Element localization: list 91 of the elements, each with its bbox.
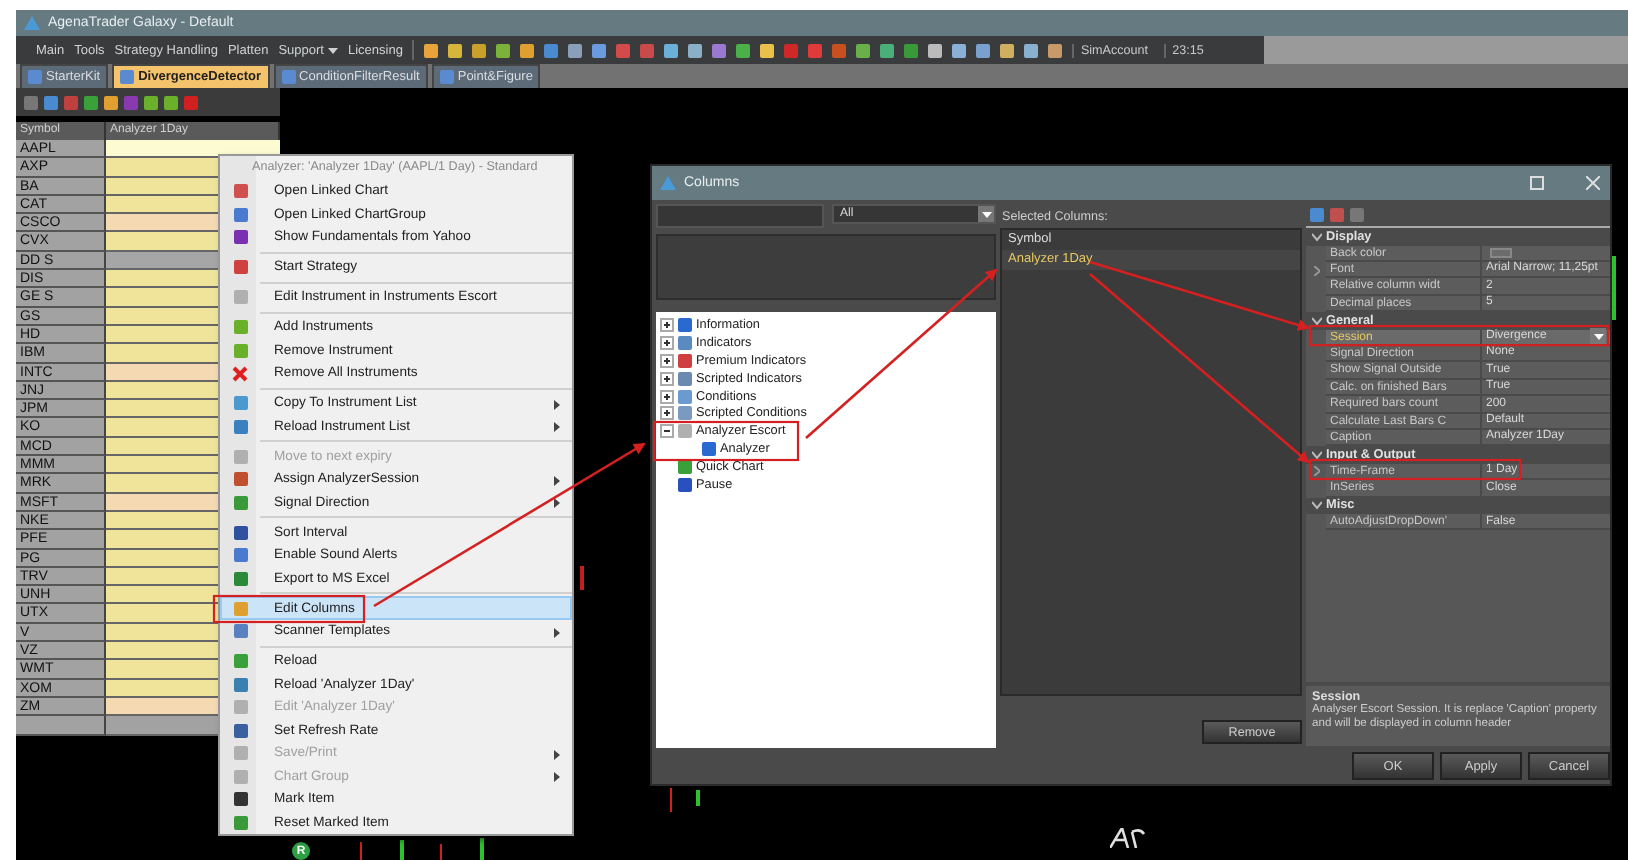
square-icon bbox=[233, 260, 247, 275]
square-icon bbox=[678, 317, 692, 332]
square-icon[interactable] bbox=[44, 95, 58, 109]
square-icon[interactable] bbox=[688, 43, 703, 57]
square-icon bbox=[678, 335, 692, 350]
submenu-arrow-icon bbox=[554, 399, 560, 410]
dropdown-icon[interactable] bbox=[978, 206, 994, 222]
square-icon[interactable] bbox=[1024, 43, 1039, 57]
square-icon bbox=[233, 654, 247, 669]
square-icon bbox=[233, 184, 247, 199]
square-icon bbox=[233, 677, 247, 692]
square-icon[interactable] bbox=[712, 43, 727, 57]
square-icon bbox=[702, 442, 716, 457]
square-icon[interactable] bbox=[448, 43, 463, 57]
chevron-icon[interactable] bbox=[1311, 450, 1321, 461]
square-icon[interactable] bbox=[164, 95, 178, 109]
square-icon[interactable] bbox=[84, 95, 98, 109]
collapse-icon[interactable] bbox=[660, 424, 674, 439]
square-icon bbox=[233, 815, 247, 830]
square-icon bbox=[233, 419, 247, 434]
square-icon[interactable] bbox=[1000, 43, 1015, 57]
square-icon[interactable] bbox=[880, 43, 895, 57]
maximize-icon[interactable] bbox=[1526, 173, 1546, 193]
expand-icon[interactable] bbox=[660, 353, 674, 368]
square-icon bbox=[233, 548, 247, 563]
square-icon bbox=[233, 343, 247, 358]
square-icon[interactable] bbox=[544, 43, 559, 57]
square-icon bbox=[233, 624, 247, 639]
logo-icon bbox=[660, 176, 676, 190]
chevron-icon[interactable] bbox=[1311, 500, 1321, 511]
square-icon[interactable] bbox=[424, 43, 439, 57]
square-icon[interactable] bbox=[952, 43, 967, 57]
square-icon bbox=[233, 290, 247, 305]
square-icon bbox=[233, 769, 247, 784]
square-icon[interactable] bbox=[976, 43, 991, 57]
logo-icon bbox=[1110, 828, 1146, 848]
square-icon bbox=[233, 723, 247, 738]
color-swatch[interactable] bbox=[1490, 247, 1512, 258]
square-icon[interactable] bbox=[904, 43, 919, 57]
square-icon bbox=[678, 371, 692, 386]
square-icon bbox=[233, 700, 247, 715]
chevron-icon[interactable] bbox=[1311, 315, 1321, 326]
submenu-arrow-icon bbox=[554, 627, 560, 638]
square-icon bbox=[233, 601, 247, 616]
square-icon bbox=[233, 207, 247, 222]
dropdown-icon[interactable] bbox=[1590, 328, 1606, 345]
square-icon bbox=[233, 230, 247, 245]
chevron-icon[interactable] bbox=[1313, 265, 1319, 276]
square-icon bbox=[678, 353, 692, 368]
search-field[interactable] bbox=[656, 204, 824, 228]
square-icon bbox=[233, 746, 247, 761]
square-icon[interactable] bbox=[592, 43, 607, 57]
square-icon[interactable] bbox=[736, 43, 751, 57]
expand-icon[interactable] bbox=[660, 371, 674, 386]
logo-icon bbox=[24, 16, 40, 30]
square-icon bbox=[233, 472, 247, 487]
dropdown-icon[interactable] bbox=[327, 47, 338, 53]
square-icon[interactable] bbox=[472, 43, 487, 57]
expand-icon[interactable] bbox=[660, 389, 674, 403]
square-icon bbox=[233, 449, 247, 464]
expand-icon[interactable] bbox=[660, 406, 674, 421]
square-icon bbox=[678, 406, 692, 421]
expand-icon[interactable] bbox=[660, 317, 674, 332]
square-icon bbox=[233, 525, 247, 540]
close-icon[interactable] bbox=[1582, 173, 1602, 193]
square-icon bbox=[233, 495, 247, 510]
submenu-arrow-icon bbox=[554, 498, 560, 509]
square-icon[interactable] bbox=[496, 43, 511, 57]
square-icon bbox=[233, 792, 247, 807]
square-icon bbox=[233, 396, 247, 411]
chevron-icon[interactable] bbox=[1311, 231, 1321, 242]
square-icon bbox=[678, 389, 692, 403]
square-icon[interactable] bbox=[520, 43, 535, 57]
cross-icon bbox=[232, 365, 248, 382]
square-icon[interactable] bbox=[144, 95, 158, 109]
square-icon bbox=[233, 571, 247, 586]
square-icon[interactable] bbox=[104, 95, 118, 109]
submenu-arrow-icon bbox=[554, 475, 560, 486]
square-icon[interactable] bbox=[856, 43, 871, 57]
chevron-icon[interactable] bbox=[1313, 466, 1319, 477]
expand-icon[interactable] bbox=[660, 335, 674, 350]
square-icon[interactable] bbox=[1048, 43, 1063, 57]
square-icon[interactable] bbox=[760, 43, 775, 57]
square-icon[interactable] bbox=[664, 43, 679, 57]
square-icon[interactable] bbox=[928, 43, 943, 57]
submenu-arrow-icon bbox=[554, 422, 560, 433]
square-icon[interactable] bbox=[568, 43, 583, 57]
square-icon bbox=[678, 424, 692, 439]
square-icon bbox=[233, 320, 247, 335]
submenu-arrow-icon bbox=[554, 749, 560, 760]
submenu-arrow-icon bbox=[554, 772, 560, 783]
